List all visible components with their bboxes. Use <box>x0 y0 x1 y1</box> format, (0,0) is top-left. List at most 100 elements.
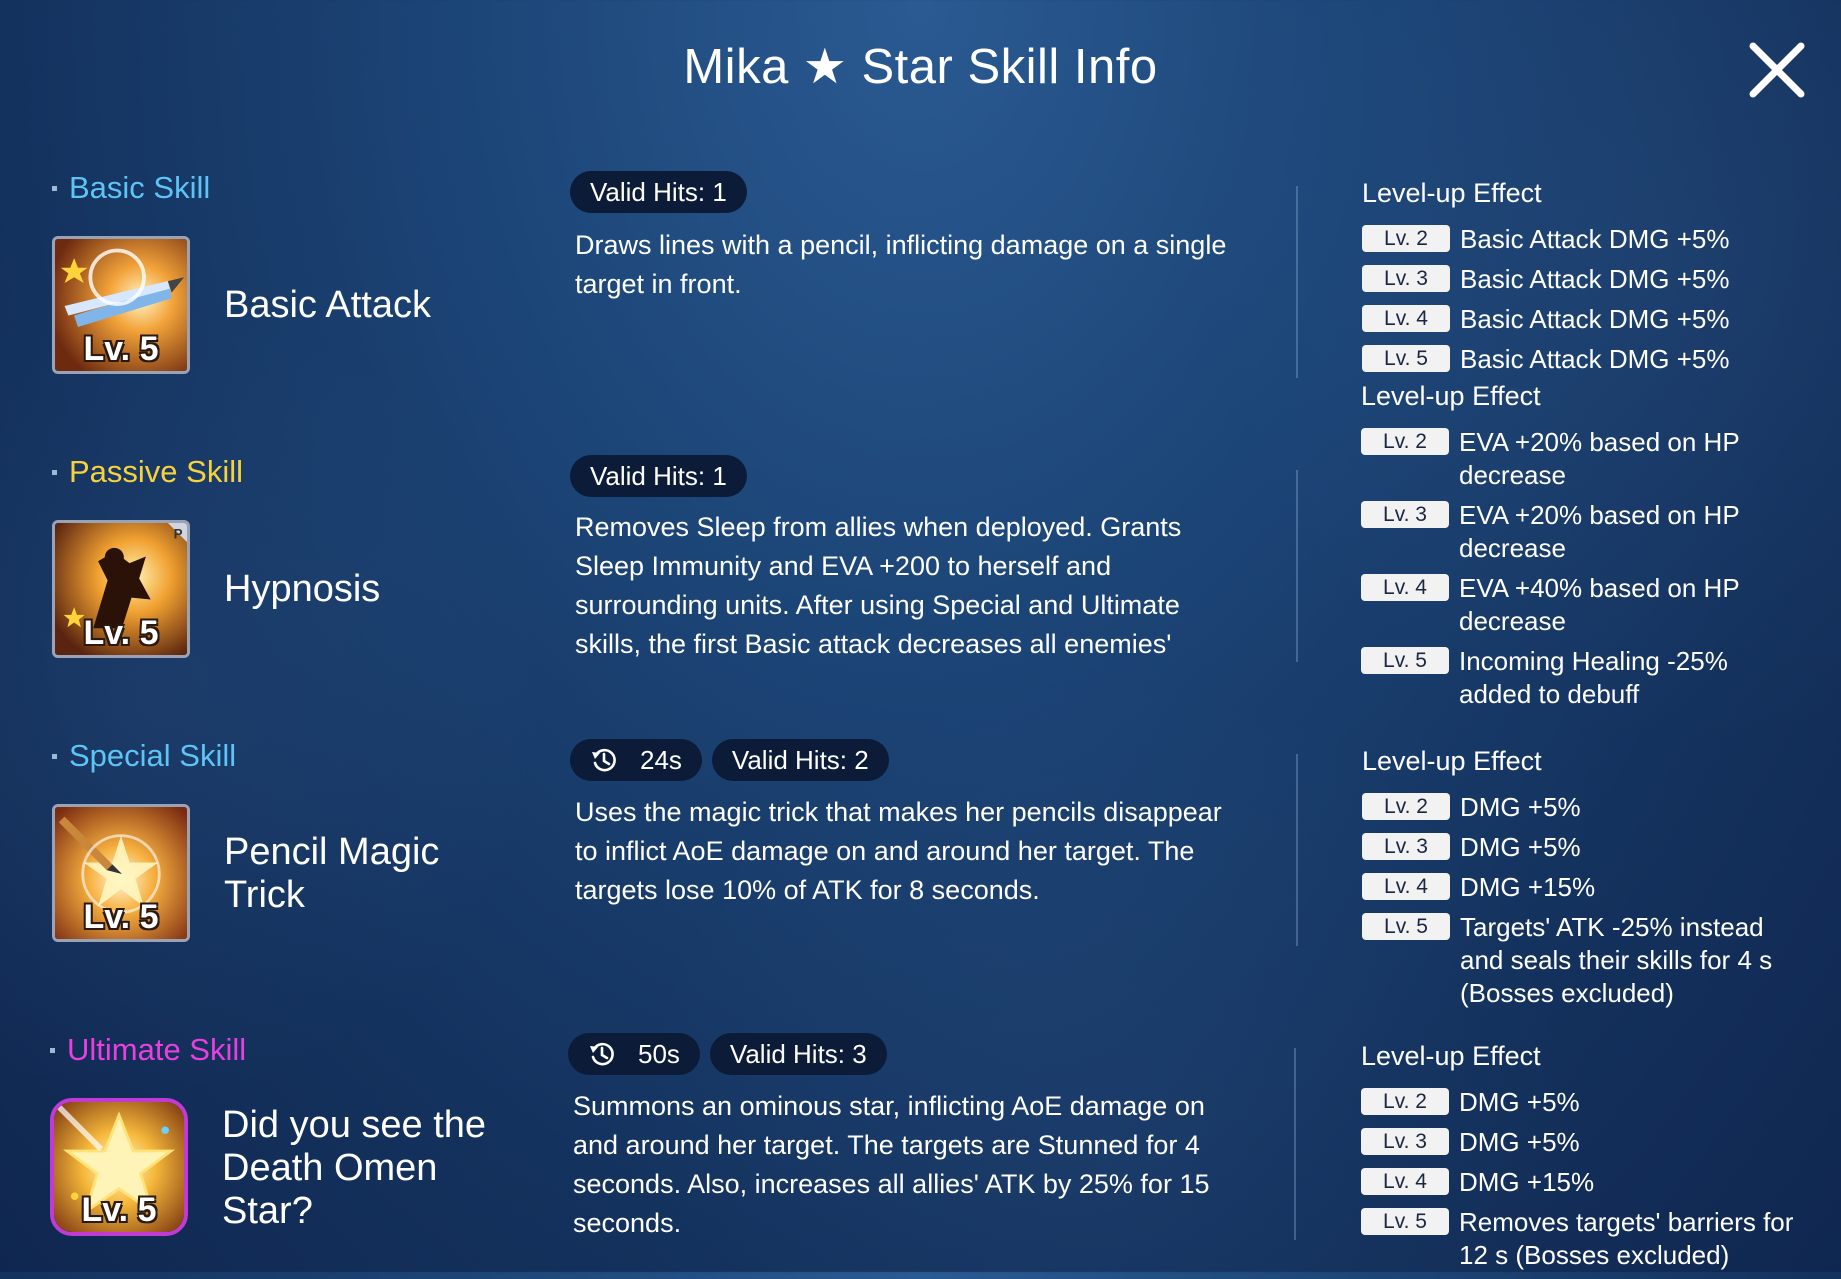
close-icon <box>1749 42 1805 98</box>
skill-name: Pencil Magic Trick <box>224 831 440 916</box>
levelup-row: Lv. 2 EVA +20% based on HP decrease <box>1361 426 1831 492</box>
bullet-dot <box>50 1047 55 1053</box>
levelup-row: Lv. 4 Basic Attack DMG +5% <box>1362 303 1832 336</box>
cooldown-badge: 24s <box>570 739 702 781</box>
levelup-text: Basic Attack DMG +5% <box>1460 304 1730 334</box>
skill-description: Draws lines with a pencil, inflicting da… <box>575 230 1227 299</box>
page-title: Mika ★ Star Skill Info <box>683 40 1158 94</box>
levelup-effects: Level-up Effect Lv. 2 EVA +20% based on H… <box>1361 381 1831 718</box>
cooldown-icon <box>592 748 616 772</box>
skill-icon-hypnosis[interactable]: P Lv. 5 <box>52 520 190 658</box>
skill-name: Hypnosis <box>224 568 381 610</box>
levelup-row: Lv. 4 DMG +15% <box>1362 871 1832 904</box>
skill-type-text: Passive Skill <box>69 454 243 489</box>
bullet-dot <box>52 469 57 475</box>
valid-hits-badge: Valid Hits: 3 <box>709 1033 887 1075</box>
levelup-text: EVA +20% based on HP decrease <box>1459 500 1740 563</box>
valid-hits-badge: Valid Hits: 2 <box>711 739 889 781</box>
levelup-text: Targets' ATK -25% instead and seals thei… <box>1460 912 1773 1008</box>
level-tag: Lv. 3 <box>1361 501 1449 528</box>
skill-type-label: Basic Skill <box>52 170 210 206</box>
divider <box>1294 1048 1296 1240</box>
levelup-row: Lv. 4 EVA +40% based on HP decrease <box>1361 572 1831 638</box>
skill-icon-pencil-magic-trick[interactable]: Lv. 5 <box>52 804 190 942</box>
levelup-text: Basic Attack DMG +5% <box>1460 224 1730 254</box>
level-tag: Lv. 4 <box>1362 873 1450 900</box>
skill-type-text: Special Skill <box>69 738 237 773</box>
levelup-title: Level-up Effect <box>1362 746 1542 776</box>
skill-badges: 24s Valid Hits: 2 <box>570 739 889 781</box>
skill-level: Lv. 5 <box>81 1191 157 1229</box>
skill-name: Basic Attack <box>224 284 431 326</box>
svg-text:P: P <box>174 526 183 541</box>
levelup-row: Lv. 3 DMG +5% <box>1362 831 1832 864</box>
level-tag: Lv. 5 <box>1362 913 1450 940</box>
levelup-row: Lv. 2 DMG +5% <box>1362 791 1832 824</box>
levelup-text: DMG +15% <box>1460 872 1596 902</box>
level-tag: Lv. 2 <box>1362 793 1450 820</box>
skill-level: Lv. 5 <box>83 330 159 368</box>
levelup-effects: Level-up Effect Lv. 2 DMG +5% Lv. 3 DMG +5… <box>1361 1041 1831 1279</box>
valid-hits-badge: Valid Hits: 1 <box>570 171 747 213</box>
skill-type-text: Ultimate Skill <box>67 1032 247 1067</box>
levelup-row: Lv. 3 EVA +20% based on HP decrease <box>1361 499 1831 565</box>
level-tag: Lv. 2 <box>1361 428 1449 455</box>
cooldown-value: 24s <box>640 744 682 775</box>
skill-badges: 50s Valid Hits: 3 <box>568 1033 887 1075</box>
skill-type-label: Passive Skill <box>52 454 243 490</box>
bullet-dot <box>52 185 57 191</box>
levelup-text: Incoming Healing -25% added to debuff <box>1459 646 1728 709</box>
skill-name: Did you see the Death Omen Star? <box>222 1104 487 1232</box>
levelup-text: DMG +15% <box>1459 1167 1595 1197</box>
levelup-text: Removes targets' barriers for 12 s (Boss… <box>1459 1207 1794 1270</box>
skill-type-text: Basic Skill <box>69 170 211 205</box>
levelup-text: Basic Attack DMG +5% <box>1460 344 1730 374</box>
levelup-text: DMG +5% <box>1460 832 1581 862</box>
skill-description: Uses the magic trick that makes her penc… <box>575 797 1222 905</box>
divider <box>1296 186 1298 378</box>
levelup-effects: Level-up Effect Lv. 2 Basic Attack DMG +5… <box>1362 178 1832 383</box>
levelup-text: DMG +5% <box>1459 1087 1580 1117</box>
skill-badges: Valid Hits: 1 <box>570 171 747 213</box>
level-tag: Lv. 3 <box>1361 1128 1449 1155</box>
levelup-text: Basic Attack DMG +5% <box>1460 264 1730 294</box>
skill-description: Summons an ominous star, inflicting AoE … <box>573 1091 1210 1238</box>
valid-hits-badge: Valid Hits: 1 <box>570 455 747 497</box>
levelup-row: Lv. 3 DMG +5% <box>1361 1126 1831 1159</box>
skill-type-label: Special Skill <box>52 738 236 774</box>
levelup-row: Lv. 2 DMG +5% <box>1361 1086 1831 1119</box>
skill-type-label: Ultimate Skill <box>50 1032 246 1068</box>
levelup-row: Lv. 5 Removes targets' barriers for 12 s … <box>1361 1206 1831 1272</box>
levelup-title: Level-up Effect <box>1362 178 1542 208</box>
levelup-effects: Level-up Effect Lv. 2 DMG +5% Lv. 3 DMG +5… <box>1362 746 1832 1017</box>
level-tag: Lv. 4 <box>1361 574 1449 601</box>
skill-level: Lv. 5 <box>83 614 159 652</box>
levelup-row: Lv. 5 Incoming Healing -25% added to debu… <box>1361 645 1831 711</box>
levelup-row: Lv. 4 DMG +15% <box>1361 1166 1831 1199</box>
cooldown-badge: 50s <box>568 1033 700 1075</box>
skill-icon-death-omen-star[interactable]: Lv. 5 <box>50 1098 188 1236</box>
levelup-title: Level-up Effect <box>1361 381 1541 411</box>
close-button[interactable] <box>1745 38 1809 102</box>
levelup-text: DMG +5% <box>1459 1127 1580 1157</box>
levelup-text: EVA +20% based on HP decrease <box>1459 427 1740 490</box>
level-tag: Lv. 5 <box>1361 1208 1449 1235</box>
level-tag: Lv. 4 <box>1361 1168 1449 1195</box>
divider <box>1296 470 1298 662</box>
divider <box>1296 754 1298 946</box>
skill-level: Lv. 5 <box>83 898 159 936</box>
bullet-dot <box>52 753 57 759</box>
level-tag: Lv. 5 <box>1361 647 1449 674</box>
level-tag: Lv. 2 <box>1361 1088 1449 1115</box>
levelup-row: Lv. 5 Basic Attack DMG +5% <box>1362 343 1832 376</box>
levelup-row: Lv. 5 Targets' ATK -25% instead and seals… <box>1362 911 1832 1010</box>
levelup-title: Level-up Effect <box>1361 1041 1541 1071</box>
level-tag: Lv. 3 <box>1362 265 1450 292</box>
skill-description: Removes Sleep from allies when deployed.… <box>575 512 1182 659</box>
skill-badges: Valid Hits: 1 <box>570 455 747 497</box>
levelup-text: EVA +40% based on HP decrease <box>1459 573 1740 636</box>
level-tag: Lv. 2 <box>1362 225 1450 252</box>
cooldown-icon <box>590 1042 614 1066</box>
level-tag: Lv. 5 <box>1362 345 1450 372</box>
skill-icon-basic-attack[interactable]: Lv. 5 <box>52 236 190 374</box>
